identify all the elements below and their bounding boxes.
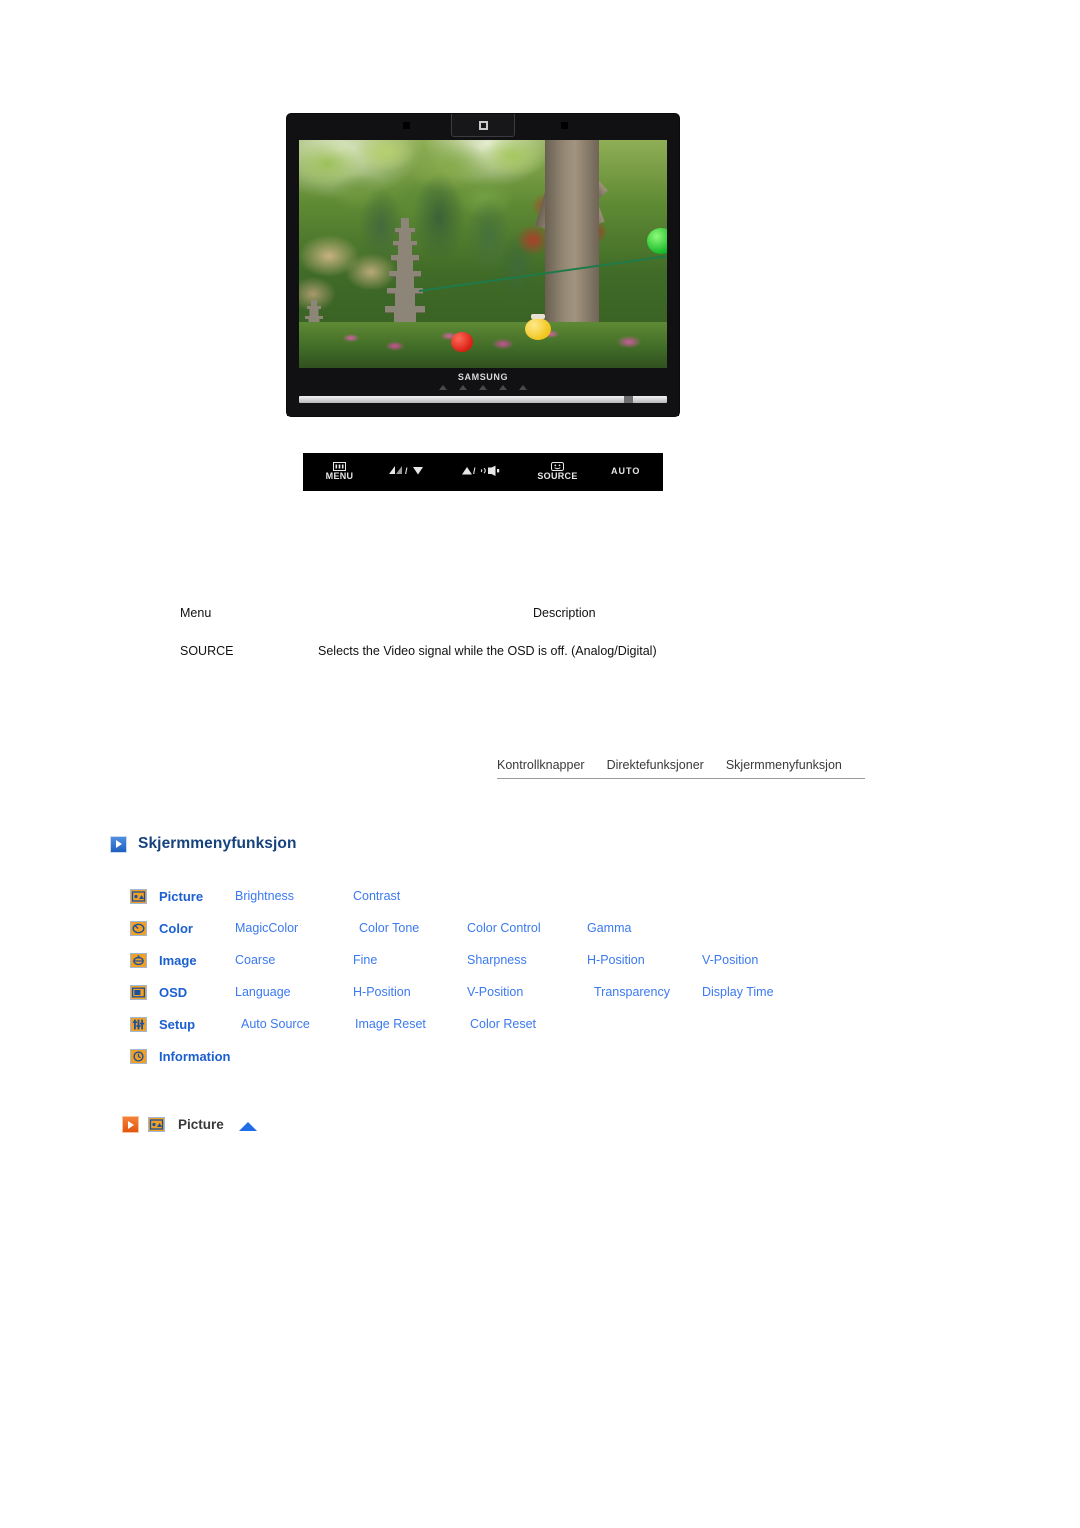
osd-row-picture: Picture Brightness Contrast (130, 880, 930, 912)
column-header-description: Description (533, 606, 596, 620)
tab-list: Kontrollknapper Direktefunksjoner Skjerm… (497, 758, 865, 778)
osd-item-brightness[interactable]: Brightness (235, 889, 353, 903)
monitor-screen (299, 140, 667, 368)
osd-item-gamma[interactable]: Gamma (587, 921, 702, 935)
osd-item-transparency[interactable]: Transparency (587, 985, 702, 999)
osd-row-color: Color MagicColor Color Tone Color Contro… (130, 912, 930, 944)
tab-kontrollknapper[interactable]: Kontrollknapper (497, 758, 585, 772)
magicbright-down-button[interactable]: / (387, 465, 427, 478)
osd-row-image: Image Coarse Fine Sharpness H-Position V… (130, 944, 930, 976)
tab-skjermmenyfunksjon[interactable]: Skjermmenyfunksjon (726, 758, 842, 772)
photo-red-lantern (451, 332, 473, 352)
osd-category-color[interactable]: Color (159, 921, 235, 936)
bezel-button-glyphs (287, 385, 679, 390)
picture-icon (130, 888, 147, 904)
osd-item-sharpness[interactable]: Sharpness (467, 953, 587, 967)
control-button-bar: MENU / / SOURCE AUTO (303, 453, 663, 491)
menu-description-table: Menu Description SOURCE Selects the Vide… (180, 606, 900, 658)
bezel-center-tab (451, 114, 515, 137)
magicbright-down-icon: / (388, 466, 423, 476)
tab-navigation: Kontrollknapper Direktefunksjoner Skjerm… (497, 758, 865, 779)
photo-green-lantern (647, 228, 667, 254)
osd-menu-map: Picture Brightness Contrast Color MagicC… (130, 880, 930, 1072)
tab-direktefunksjoner[interactable]: Direktefunksjoner (607, 758, 704, 772)
monitor-top-bezel (287, 114, 679, 140)
osd-row-information: Information (130, 1040, 930, 1072)
osd-item-color-tone[interactable]: Color Tone (353, 921, 467, 935)
column-header-menu: Menu (180, 606, 212, 620)
page-title: Skjermmenyfunksjon (138, 835, 297, 852)
scroll-to-top-triangle-icon[interactable] (238, 1121, 257, 1131)
source-icon (551, 462, 564, 472)
blue-play-badge-icon (110, 835, 127, 853)
osd-row-setup: Setup Auto Source Image Reset Color Rese… (130, 1008, 930, 1040)
osd-item-osd-v-position[interactable]: V-Position (467, 985, 587, 999)
auto-button-label: AUTO (610, 466, 641, 477)
table-header-row: Menu Description (180, 606, 900, 620)
menu-button-label: MENU (325, 471, 354, 482)
image-icon (130, 952, 147, 968)
samsung-logo: SAMSUNG (457, 372, 509, 382)
osd-category-setup[interactable]: Setup (159, 1017, 235, 1032)
osd-item-v-position[interactable]: V-Position (702, 953, 758, 967)
bezel-sensor-right-icon (561, 122, 568, 129)
picture-section-anchor: Picture (122, 1116, 257, 1133)
bezel-button-1-icon[interactable] (439, 385, 447, 390)
osd-item-h-position[interactable]: H-Position (587, 953, 702, 967)
osd-item-image-reset[interactable]: Image Reset (353, 1017, 467, 1031)
picture-anchor-label: Picture (178, 1117, 224, 1132)
auto-button[interactable]: AUTO (611, 467, 640, 476)
osd-item-contrast[interactable]: Contrast (353, 889, 467, 903)
information-icon (130, 1048, 147, 1064)
source-button[interactable]: SOURCE (537, 462, 577, 481)
osd-row-osd: OSD Language H-Position V-Position Trans… (130, 976, 930, 1008)
setup-icon (130, 1016, 147, 1032)
tab-underline-rule (497, 778, 865, 779)
osd-item-language[interactable]: Language (235, 985, 353, 999)
power-indicator-icon (478, 120, 488, 130)
osd-item-color-control[interactable]: Color Control (467, 921, 587, 935)
lantern-cap (531, 314, 545, 319)
osd-category-osd[interactable]: OSD (159, 985, 235, 1000)
color-icon (130, 920, 147, 936)
osd-category-information[interactable]: Information (159, 1049, 231, 1064)
osd-item-coarse[interactable]: Coarse (235, 953, 353, 967)
osd-category-picture[interactable]: Picture (159, 889, 235, 904)
volume-up-button[interactable]: / (460, 465, 504, 478)
screen-photo (299, 140, 667, 368)
photo-flower-bed (299, 322, 667, 368)
bezel-button-4-icon[interactable] (499, 385, 507, 390)
menu-icon (333, 462, 346, 472)
table-row: SOURCE Selects the Video signal while th… (180, 644, 900, 658)
bezel-sensor-left-icon (403, 122, 410, 129)
section-heading: Skjermmenyfunksjon (110, 835, 297, 853)
source-button-label: SOURCE (537, 471, 578, 482)
menu-button[interactable]: MENU (326, 462, 354, 481)
monitor-stand-base (299, 396, 667, 403)
svg-text:/: / (405, 466, 408, 476)
osd-category-image[interactable]: Image (159, 953, 235, 968)
osd-item-auto-source[interactable]: Auto Source (235, 1017, 353, 1031)
bezel-button-3-icon[interactable] (479, 385, 487, 390)
osd-item-display-time[interactable]: Display Time (702, 985, 774, 999)
cell-description-source: Selects the Video signal while the OSD i… (318, 644, 657, 658)
osd-settings-icon (130, 984, 147, 1000)
osd-item-osd-h-position[interactable]: H-Position (353, 985, 467, 999)
orange-play-badge-icon (122, 1116, 139, 1133)
svg-text:/: / (473, 466, 476, 476)
osd-item-fine[interactable]: Fine (353, 953, 467, 967)
monitor-body: SAMSUNG (287, 114, 679, 416)
photo-yellow-lantern (525, 314, 551, 340)
monitor-illustration: SAMSUNG (287, 114, 679, 416)
up-volume-icon: / (462, 465, 500, 476)
cell-menu-source: SOURCE (180, 644, 234, 658)
monitor-bottom-bezel: SAMSUNG (287, 368, 679, 416)
osd-item-magiccolor[interactable]: MagicColor (235, 921, 353, 935)
bezel-button-5-icon[interactable] (519, 385, 527, 390)
osd-item-color-reset[interactable]: Color Reset (467, 1017, 587, 1031)
bezel-button-2-icon[interactable] (459, 385, 467, 390)
picture-icon (148, 1117, 165, 1132)
